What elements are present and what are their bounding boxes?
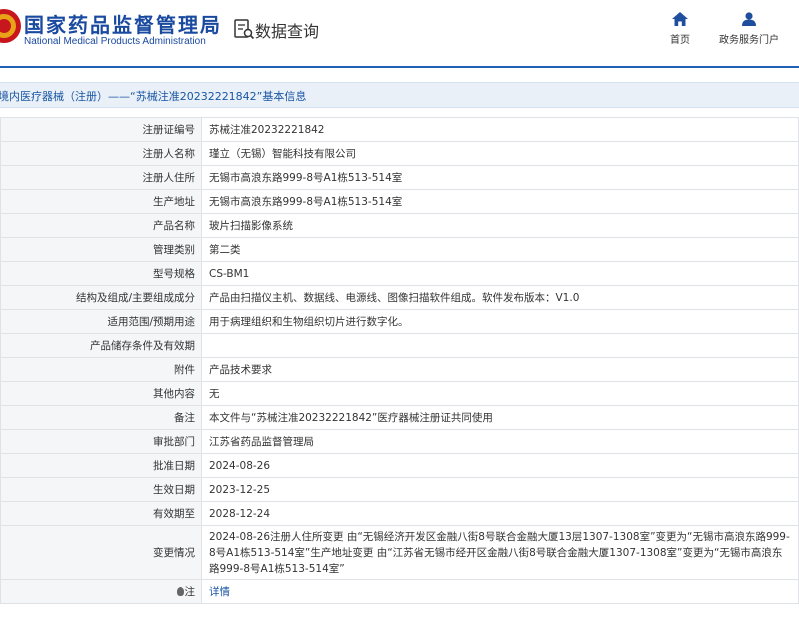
table-row: 注册证编号 苏械注准20232221842 [0,117,799,142]
row-value: 第二类 [201,237,799,262]
table-row: 型号规格 CS-BM1 [0,261,799,286]
table-row: 变更情况 2024-08-26注册人住所变更 由“无锡经济开发区金融八街8号联合… [0,525,799,580]
site-logo-english[interactable]: National Medical Products Administration [24,36,206,47]
bulb-icon [176,587,184,596]
row-value: 2028-12-24 [201,501,799,526]
row-label: 有效期至 [0,501,202,526]
row-value: 用于病理组织和生物组织切片进行数字化。 [201,309,799,334]
row-label: 附件 [0,357,202,382]
site-header: 国家药品监督管理局 National Medical Products Admi… [0,0,799,66]
note-label: 注 [184,586,196,598]
home-icon [672,12,688,26]
row-label: 管理类别 [0,237,202,262]
nav-portal-label: 政务服务门户 [719,35,779,46]
row-value: 苏械注准20232221842 [201,117,799,142]
table-row: 批准日期 2024-08-26 [0,453,799,478]
record-title-bar: 境内医疗器械（注册）——“苏械注准20232221842”基本信息 [0,82,799,108]
site-logo-chinese[interactable]: 国家药品监督管理局 [24,9,222,38]
row-label: 产品名称 [0,213,202,238]
row-value: CS-BM1 [201,261,799,286]
row-label: 生效日期 [0,477,202,502]
row-value: 无锡市高浪东路999-8号A1栋513-514室 [201,165,799,190]
row-label: 备注 [0,405,202,430]
row-label: 注册人名称 [0,141,202,166]
row-label: 型号规格 [0,261,202,286]
row-value: 产品技术要求 [201,357,799,382]
row-label: 其他内容 [0,381,202,406]
nav-home-label: 首页 [670,35,690,46]
table-row: 附件 产品技术要求 [0,357,799,382]
row-label: 产品储存条件及有效期 [0,333,202,358]
page-section-title: 数据查询 [255,22,320,41]
table-row: 产品名称 玻片扫描影像系统 [0,213,799,238]
query-document-icon [234,19,255,40]
row-label-note: 注 [0,579,202,604]
nav-home-link[interactable]: 首页 [668,12,692,46]
table-row: 产品储存条件及有效期 [0,333,799,358]
row-label: 审批部门 [0,429,202,454]
row-value [201,333,799,358]
table-row: 管理类别 第二类 [0,237,799,262]
row-label: 生产地址 [0,189,202,214]
table-row: 其他内容 无 [0,381,799,406]
row-value: 产品由扫描仪主机、数据线、电源线、图像扫描软件组成。软件发布版本：V1.0 [201,285,799,310]
row-label: 结构及组成/主要组成成分 [0,285,202,310]
table-row: 生产地址 无锡市高浪东路999-8号A1栋513-514室 [0,189,799,214]
row-value: 玻片扫描影像系统 [201,213,799,238]
row-value: 详情 [201,579,799,604]
row-value: 本文件与“苏械注准20232221842”医疗器械注册证共同使用 [201,405,799,430]
table-row: 注 详情 [0,579,799,604]
table-row: 审批部门 江苏省药品监督管理局 [0,429,799,454]
row-value: 江苏省药品监督管理局 [201,429,799,454]
row-label: 注册证编号 [0,117,202,142]
table-row: 注册人住所 无锡市高浪东路999-8号A1栋513-514室 [0,165,799,190]
row-value: 无锡市高浪东路999-8号A1栋513-514室 [201,189,799,214]
registration-info-table: 注册证编号 苏械注准20232221842 注册人名称 瑾立（无锡）智能科技有限… [0,117,799,604]
change-history-value: 2024-08-26注册人住所变更 由“无锡经济开发区金融八街8号联合金融大厦1… [201,525,799,580]
user-icon [742,12,756,26]
nav-portal-link[interactable]: 政务服务门户 [716,12,782,46]
row-value: 瑾立（无锡）智能科技有限公司 [201,141,799,166]
row-value: 2023-12-25 [201,477,799,502]
table-row: 结构及组成/主要组成成分 产品由扫描仪主机、数据线、电源线、图像扫描软件组成。软… [0,285,799,310]
details-link[interactable]: 详情 [209,586,230,598]
table-row: 适用范围/预期用途 用于病理组织和生物组织切片进行数字化。 [0,309,799,334]
record-title: 境内医疗器械（注册）——“苏械注准20232221842”基本信息 [0,90,307,103]
national-emblem-icon [0,9,21,43]
row-label: 适用范围/预期用途 [0,309,202,334]
table-row: 备注 本文件与“苏械注准20232221842”医疗器械注册证共同使用 [0,405,799,430]
header-divider [0,66,799,68]
row-label: 变更情况 [0,525,202,580]
table-row: 注册人名称 瑾立（无锡）智能科技有限公司 [0,141,799,166]
row-value: 无 [201,381,799,406]
row-label: 注册人住所 [0,165,202,190]
row-label: 批准日期 [0,453,202,478]
table-row: 有效期至 2028-12-24 [0,501,799,526]
table-row: 生效日期 2023-12-25 [0,477,799,502]
row-value: 2024-08-26 [201,453,799,478]
